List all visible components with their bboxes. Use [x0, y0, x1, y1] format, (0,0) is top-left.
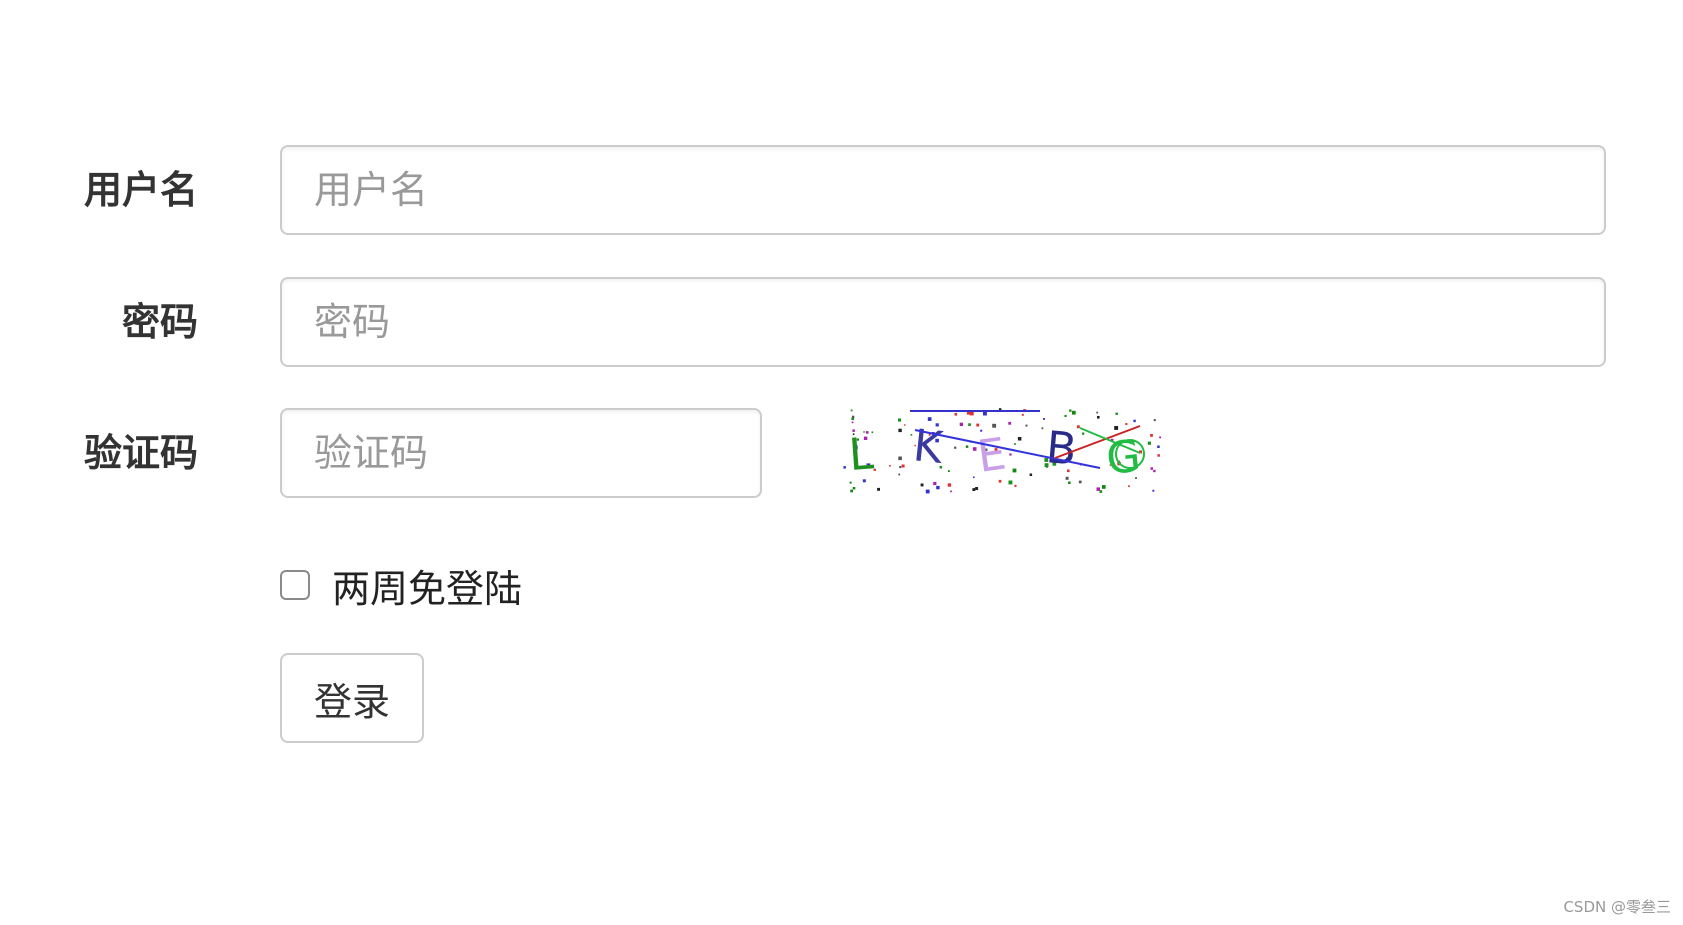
captcha-char: B — [1044, 422, 1079, 475]
captcha-label: 验证码 — [83, 431, 198, 475]
remember-me: 两周免登陆 — [280, 560, 523, 611]
password-input[interactable] — [280, 277, 1606, 367]
captcha-row: 验证码 LKEBG — [0, 408, 1683, 498]
watermark: CSDN @零叁三 — [1563, 898, 1671, 916]
password-label: 密码 — [121, 300, 198, 344]
captcha-input[interactable] — [280, 408, 762, 498]
remember-checkbox[interactable] — [280, 570, 310, 600]
captcha-char: K — [911, 420, 946, 474]
captcha-image[interactable]: LKEBG — [840, 408, 1166, 494]
remember-label: 两周免登陆 — [332, 566, 523, 611]
captcha-char: L — [847, 428, 875, 481]
captcha-char: E — [974, 429, 1009, 483]
password-row: 密码 — [0, 277, 1683, 367]
username-label: 用户名 — [83, 168, 198, 212]
captcha-char: G — [1104, 431, 1143, 485]
username-row: 用户名 — [0, 145, 1683, 235]
login-button[interactable]: 登录 — [280, 653, 424, 743]
username-input[interactable] — [280, 145, 1606, 235]
